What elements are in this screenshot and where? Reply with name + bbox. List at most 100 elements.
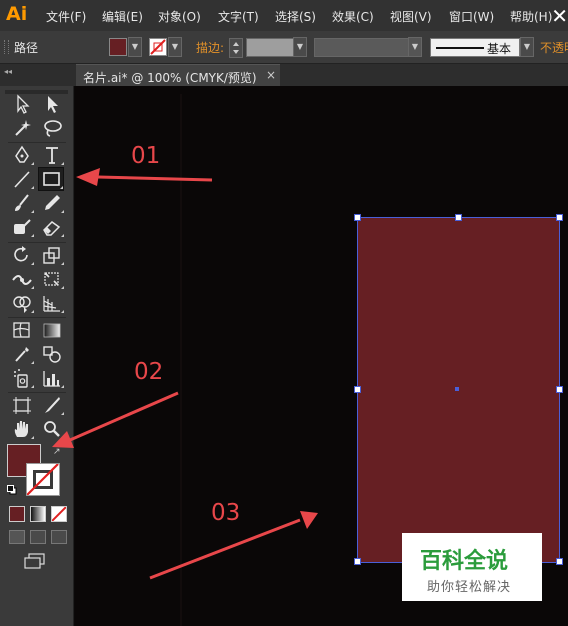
menu-edit[interactable]: 编辑(E) [102, 8, 143, 25]
line-segment-tool[interactable] [10, 168, 34, 190]
blend-icon [43, 346, 61, 363]
stroke-weight-dropdown[interactable]: ▼ [293, 37, 307, 57]
hand-tool[interactable] [10, 418, 34, 440]
eyedropper-tool[interactable] [10, 343, 34, 365]
type-tool[interactable] [40, 144, 64, 166]
direct-selection-tool[interactable] [40, 93, 64, 115]
menu-help[interactable]: 帮助(H) [510, 8, 552, 25]
handle-middle-right[interactable] [556, 386, 563, 393]
artboard-edge [180, 94, 182, 626]
stroke-weight-stepper[interactable] [229, 38, 243, 58]
gradient-icon [43, 323, 61, 338]
menu-bar: Ai 文件(F) 编辑(E) 对象(O) 文字(T) 选择(S) 效果(C) 视… [0, 0, 568, 32]
column-graph-tool[interactable] [40, 367, 64, 389]
gradient-mode-button[interactable] [30, 506, 46, 522]
selection-tool[interactable] [10, 93, 34, 115]
menu-select[interactable]: 选择(S) [275, 8, 316, 25]
draw-normal-button[interactable] [9, 530, 25, 544]
variable-width-dropdown[interactable]: ▼ [408, 37, 422, 57]
swap-fill-stroke-icon[interactable]: ↗ [53, 447, 61, 457]
tool-separator [8, 242, 66, 243]
step-label-03: 03 [211, 500, 241, 526]
brush-line-preview [436, 47, 484, 49]
draw-inside-button[interactable] [51, 530, 67, 544]
none-mode-button[interactable] [51, 506, 67, 522]
menu-type[interactable]: 文字(T) [218, 8, 259, 25]
tool-separator [8, 392, 66, 393]
selection-arrow-icon [17, 94, 30, 114]
panel-grip[interactable] [4, 40, 9, 54]
direct-selection-arrow-icon [48, 96, 58, 113]
lasso-tool[interactable] [40, 117, 64, 139]
menu-object[interactable]: 对象(O) [158, 8, 201, 25]
pencil-tool[interactable] [40, 192, 64, 214]
handle-bottom-left[interactable] [354, 558, 361, 565]
mesh-tool[interactable] [10, 319, 34, 341]
fill-swatch[interactable] [109, 38, 127, 56]
zoom-tool[interactable] [40, 418, 64, 440]
width-tool[interactable] [10, 268, 34, 290]
menu-view[interactable]: 视图(V) [390, 8, 432, 25]
none-slash-icon [51, 506, 67, 522]
zoom-magnifier-icon [44, 421, 60, 437]
eraser-tool[interactable] [40, 216, 64, 238]
default-fill-stroke-icon[interactable] [7, 484, 17, 495]
slice-tool[interactable] [40, 394, 64, 416]
app-logo: Ai [6, 3, 28, 25]
menu-effect[interactable]: 效果(C) [332, 8, 374, 25]
shape-builder-tool[interactable] [10, 292, 34, 314]
stroke-none-icon [150, 39, 166, 55]
stroke-color-box[interactable] [26, 463, 60, 496]
rectangle-tool[interactable] [38, 167, 64, 191]
fill-dropdown[interactable]: ▼ [128, 37, 142, 57]
blend-tool[interactable] [40, 343, 64, 365]
draw-behind-button[interactable] [30, 530, 46, 544]
tool-separator [8, 142, 66, 143]
stepper-arrows-icon [233, 42, 239, 54]
color-mode-button[interactable] [9, 506, 25, 522]
default-colors-icon [7, 485, 17, 495]
close-icon[interactable]: ✕ [551, 4, 568, 28]
gradient-tool[interactable] [40, 319, 64, 341]
brush-definition-label: 基本 [487, 42, 512, 56]
magic-wand-tool[interactable] [10, 117, 34, 139]
mesh-icon [13, 322, 30, 338]
handle-top-left[interactable] [354, 214, 361, 221]
collapse-panel-icon[interactable]: ◂◂ [4, 67, 12, 76]
variable-width-profile[interactable] [314, 38, 410, 57]
free-transform-tool[interactable] [40, 268, 64, 290]
watermark-title: 百科全说 [420, 549, 509, 574]
artboard-icon [13, 397, 31, 414]
blob-brush-tool[interactable] [10, 216, 34, 238]
stroke-weight-input[interactable] [246, 38, 294, 57]
screen-mode-icon [24, 553, 45, 569]
opacity-label[interactable]: 不透明 [540, 39, 568, 56]
brush-definition-dropdown[interactable]: ▼ [520, 37, 534, 57]
stroke-swatch[interactable] [149, 38, 167, 56]
rotate-tool[interactable] [10, 244, 34, 266]
menu-file[interactable]: 文件(F) [46, 8, 86, 25]
handle-bottom-right[interactable] [556, 558, 563, 565]
document-tab[interactable]: 名片.ai* @ 100% (CMYK/预览) × [76, 64, 280, 87]
stroke-weight-label: 描边: [196, 41, 225, 55]
stroke-none-icon [26, 463, 59, 496]
stroke-dropdown[interactable]: ▼ [168, 37, 182, 57]
handle-top-right[interactable] [556, 214, 563, 221]
paintbrush-tool[interactable] [10, 192, 34, 214]
selection-type-label: 路径 [14, 41, 39, 55]
tools-panel: ↗ [0, 86, 74, 626]
brush-definition[interactable]: 基本 [430, 38, 520, 57]
magic-wand-icon [15, 120, 31, 136]
lasso-icon [44, 120, 62, 137]
screen-mode-button[interactable] [24, 553, 46, 569]
handle-top-center[interactable] [455, 214, 462, 221]
menu-window[interactable]: 窗口(W) [449, 8, 494, 25]
close-tab-icon[interactable]: × [266, 68, 276, 82]
tool-separator [8, 317, 66, 318]
scale-tool[interactable] [40, 244, 64, 266]
perspective-grid-tool[interactable] [40, 292, 64, 314]
artboard-tool[interactable] [10, 394, 34, 416]
handle-middle-left[interactable] [354, 386, 361, 393]
pen-tool[interactable] [10, 144, 34, 166]
symbol-sprayer-tool[interactable] [10, 367, 34, 389]
